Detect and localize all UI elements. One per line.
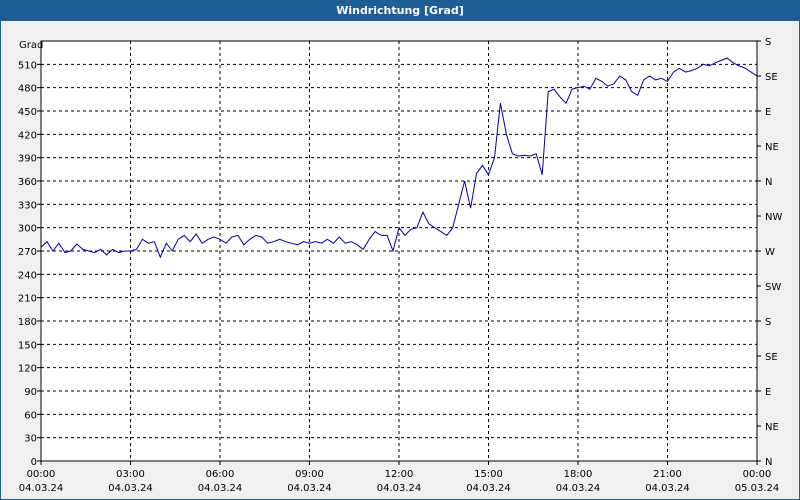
x-tick-date: 04.03.24 [556, 483, 601, 494]
x-tick-time: 09:00 [295, 469, 324, 480]
window-title: Windrichtung [Grad] [1, 1, 799, 21]
y-tick-label: 360 [18, 177, 37, 188]
grid-layer [41, 41, 757, 461]
x-tick-date: 04.03.24 [108, 483, 153, 494]
y-tick-label: 510 [18, 60, 37, 71]
right-axis-label: NE [765, 422, 779, 433]
right-axis-label: SE [765, 352, 778, 363]
right-axis-label: N [765, 177, 772, 188]
y-tick-label: 150 [18, 340, 37, 351]
right-axis-label: SE [765, 72, 778, 83]
y-axis-label: Grad [19, 40, 43, 51]
x-tick-time: 18:00 [564, 469, 593, 480]
right-axis-label: NE [765, 142, 779, 153]
y-tick-label: 60 [24, 410, 37, 421]
y-tick-label: 450 [18, 107, 37, 118]
line-chart: 0 30 60 90 120 150 180 210 240 270 300 330 360 390 420… [18, 37, 783, 494]
y-tick-label: 390 [18, 154, 37, 165]
x-tick-date: 04.03.24 [19, 483, 64, 494]
right-axis-label: N [765, 457, 772, 468]
x-tick-time: 00:00 [27, 469, 56, 480]
x-tick-time: 12:00 [385, 469, 414, 480]
x-tick-time: 00:00 [743, 469, 772, 480]
x-tick-date: 04.03.24 [198, 483, 243, 494]
y-tick-label: 270 [18, 247, 37, 258]
x-tick-date: 04.03.24 [645, 483, 690, 494]
right-axis-label: S [765, 37, 771, 48]
y-tick-label: 0 [31, 457, 37, 468]
x-tick-date: 04.03.24 [377, 483, 422, 494]
right-axis-label: S [765, 317, 771, 328]
y-tick-label: 210 [18, 294, 37, 305]
y-tick-label: 120 [18, 364, 37, 375]
right-axis-label: W [765, 247, 775, 258]
x-tick-date: 04.03.24 [466, 483, 511, 494]
y-tick-label: 90 [24, 387, 37, 398]
chart-window: Windrichtung [Grad] 0 30 60 90 120 150 180 210 2… [0, 0, 800, 500]
x-tick-date: 04.03.24 [287, 483, 332, 494]
y-tick-label: 330 [18, 200, 37, 211]
right-axis-label: NW [765, 212, 782, 223]
y-tick-label: 420 [18, 130, 37, 141]
x-tick-time: 21:00 [653, 469, 682, 480]
y-tick-label: 480 [18, 84, 37, 95]
y-tick-label: 240 [18, 270, 37, 281]
x-tick-date: 05.03.24 [735, 483, 780, 494]
x-tick-time: 15:00 [474, 469, 503, 480]
right-axis-label: E [765, 107, 771, 118]
x-tick-time: 06:00 [206, 469, 235, 480]
x-tick-time: 03:00 [116, 469, 145, 480]
y-tick-label: 30 [24, 434, 37, 445]
y-tick-label: 180 [18, 317, 37, 328]
y-tick-label: 300 [18, 224, 37, 235]
right-axis-label: SW [765, 282, 781, 293]
right-axis-label: E [765, 387, 771, 398]
